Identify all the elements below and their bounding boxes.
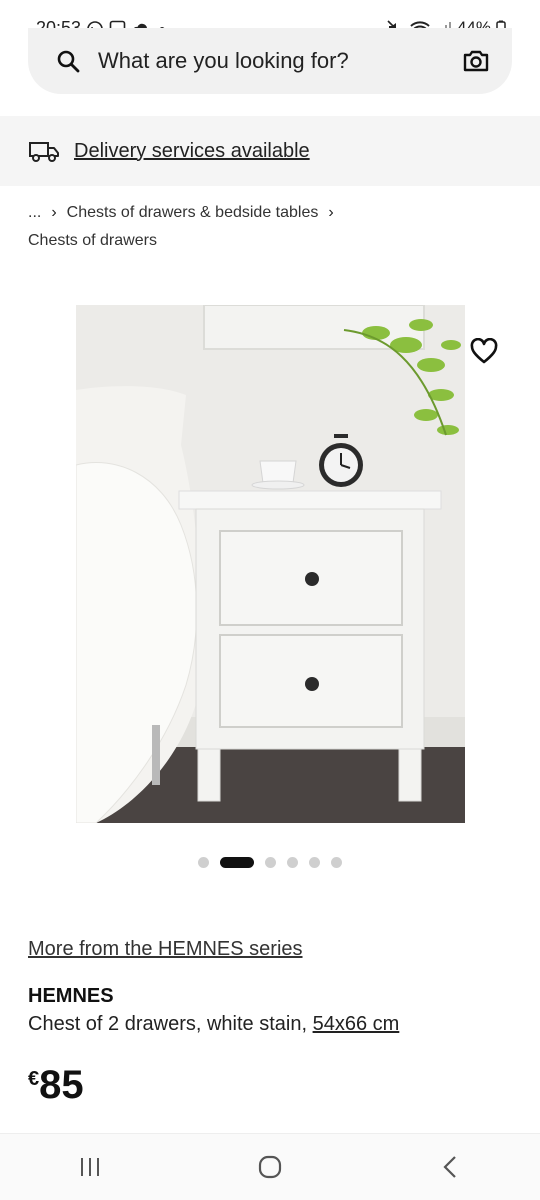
recent-apps-icon — [81, 1158, 99, 1176]
camera-icon[interactable] — [462, 49, 490, 73]
product-description: Chest of 2 drawers, white stain, 54x66 c… — [28, 1013, 399, 1036]
recent-apps-button[interactable] — [60, 1147, 120, 1187]
search-bar[interactable]: What are you looking for? — [28, 28, 512, 94]
back-button[interactable] — [420, 1147, 480, 1187]
carousel-dots — [0, 855, 540, 869]
breadcrumb: ... › Chests of drawers & bedside tables… — [28, 204, 518, 250]
carousel-dot[interactable] — [198, 856, 209, 868]
product-price: € 85 — [28, 1062, 84, 1108]
carousel-dot-active[interactable] — [220, 856, 254, 868]
breadcrumb-row: ... › Chests of drawers & bedside tables… — [28, 204, 518, 222]
home-button[interactable] — [240, 1147, 300, 1187]
price-currency: € — [28, 1068, 40, 1090]
product-page: 20:53 ● 44% What are you looking for? De… — [0, 0, 540, 1200]
breadcrumb-parent[interactable]: Chests of drawers & bedside tables — [67, 204, 319, 222]
home-icon — [258, 1155, 282, 1179]
chevron-right-icon: › — [51, 204, 57, 221]
search-icon — [57, 50, 80, 73]
back-icon — [443, 1156, 456, 1178]
carousel-dot[interactable] — [265, 856, 276, 868]
heart-outline-icon[interactable] — [470, 338, 498, 366]
chevron-right-icon: › — [328, 204, 334, 221]
breadcrumb-current[interactable]: Chests of drawers — [28, 232, 518, 250]
delivery-banner[interactable]: Delivery services available — [0, 116, 540, 186]
truck-icon — [29, 142, 59, 162]
breadcrumb-ellipsis[interactable]: ... — [28, 204, 41, 222]
system-nav-bar — [0, 1133, 540, 1200]
delivery-link[interactable]: Delivery services available — [74, 140, 310, 163]
product-photo — [76, 305, 465, 823]
product-image[interactable] — [76, 305, 465, 823]
product-size-link[interactable]: 54x66 cm — [313, 1013, 400, 1035]
series-link[interactable]: More from the HEMNES series — [28, 938, 303, 961]
carousel-dot[interactable] — [331, 856, 342, 868]
price-amount: 85 — [39, 1063, 84, 1107]
product-name: HEMNES — [28, 985, 114, 1007]
carousel-dot[interactable] — [309, 856, 320, 868]
search-input[interactable]: What are you looking for? — [98, 48, 462, 74]
product-description-text: Chest of 2 drawers, white stain, — [28, 1013, 313, 1035]
carousel-dot[interactable] — [287, 856, 298, 868]
